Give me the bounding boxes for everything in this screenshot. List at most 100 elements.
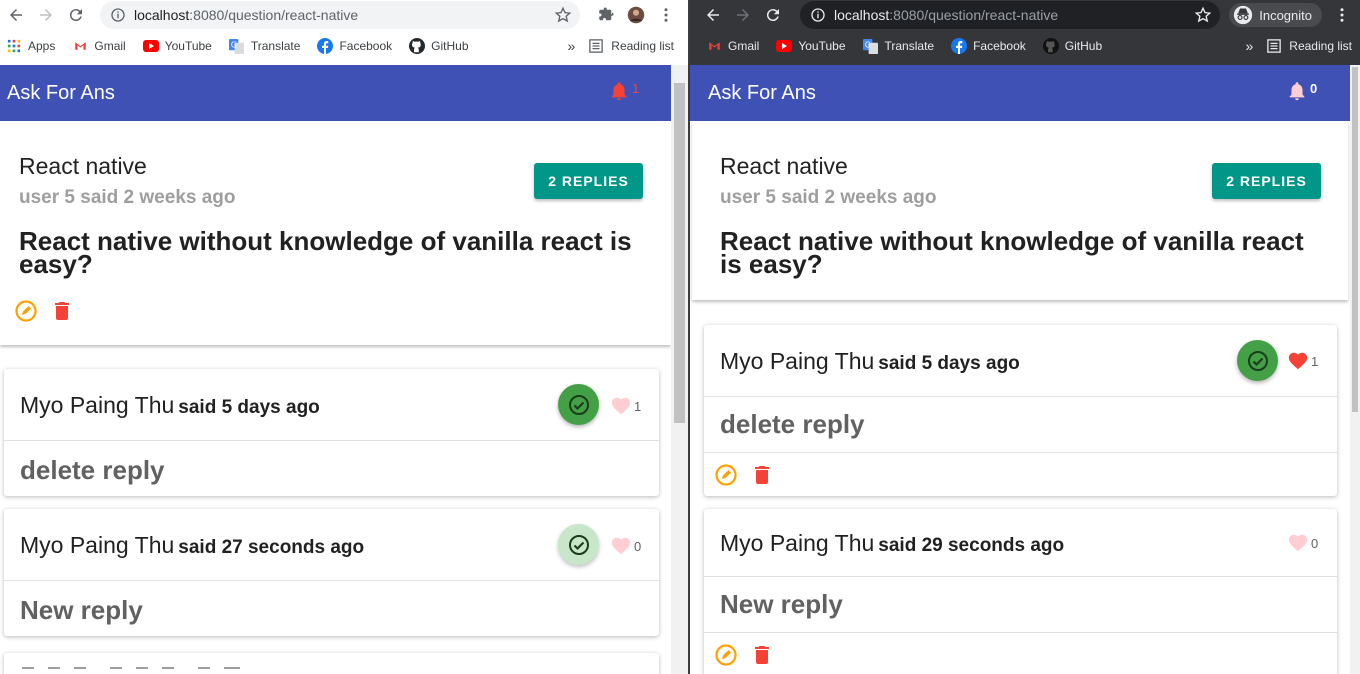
url-host: localhost [134, 7, 190, 23]
bookmark-youtube[interactable]: YouTube [142, 38, 212, 54]
heading-icon[interactable] [110, 667, 122, 674]
toolbar-right: Incognito [1229, 0, 1360, 30]
reading-list-button[interactable]: Reading list [611, 39, 674, 53]
notifications-button[interactable]: 1 [608, 80, 639, 102]
address-bar[interactable]: localhost:8080/question/react-native [800, 1, 1220, 29]
question-title: React native [19, 153, 147, 179]
arrow-left-icon [707, 9, 719, 21]
scrollbar-thumb[interactable] [1352, 67, 1358, 412]
edit-reply-button[interactable] [714, 463, 738, 487]
like-button[interactable]: 0 [610, 535, 641, 557]
accept-reply-button[interactable] [1237, 340, 1278, 381]
bookmark-translate[interactable]: G Translate [863, 38, 935, 54]
info-icon [111, 8, 125, 22]
page-scrollbar[interactable] [1350, 65, 1360, 674]
heart-icon [611, 397, 631, 415]
more-bookmarks-chevron[interactable]: » [1246, 38, 1254, 54]
bookmark-github[interactable]: GitHub [1042, 38, 1102, 54]
bookmark-youtube[interactable]: YouTube [776, 38, 846, 54]
edit-question-button[interactable] [14, 299, 38, 323]
check-circle-icon [568, 534, 589, 555]
bookmark-github[interactable]: GitHub [409, 38, 469, 54]
gmail-icon [72, 38, 88, 54]
like-button[interactable]: 1 [610, 395, 641, 417]
menu-button[interactable] [652, 1, 680, 29]
incognito-label: Incognito [1259, 7, 1312, 23]
bookmark-apps[interactable]: Apps [6, 38, 55, 54]
app-bar: Ask For Ans 0 [690, 65, 1350, 121]
bookmark-gmail[interactable]: Gmail [72, 38, 126, 54]
image-icon[interactable] [224, 667, 240, 674]
app-bar: Ask For Ans 1 [0, 65, 671, 121]
replies-button[interactable]: 2 REPLIES [1212, 163, 1321, 199]
facebook-icon [317, 38, 334, 54]
reply-header: Myo Paing Thu said 5 days ago 1 [704, 325, 1337, 397]
bookmark-translate[interactable]: G Translate [229, 38, 300, 54]
browser-toolbar: localhost:8080/question/react-native Inc… [690, 0, 1360, 30]
like-button[interactable]: 0 [1287, 532, 1318, 554]
incognito-icon [1234, 5, 1253, 25]
github-icon [1042, 38, 1059, 54]
accept-reply-button[interactable] [558, 524, 599, 565]
bookmark-label: Translate [884, 39, 935, 53]
bookmark-facebook[interactable]: Facebook [951, 38, 1026, 54]
forward-button[interactable] [729, 1, 757, 29]
delete-reply-button[interactable] [750, 463, 774, 487]
underline-icon[interactable] [74, 667, 86, 674]
reload-button[interactable] [759, 1, 787, 29]
reply-header: Myo Paing Thu said 27 seconds ago 0 [4, 509, 659, 581]
bookmarks-bar: Gmail YouTube G Translate Facebook GitHu… [690, 32, 1360, 60]
editor-toolbar [22, 667, 240, 674]
reply-editor[interactable] [4, 653, 659, 674]
reading-list-button[interactable]: Reading list [1289, 39, 1352, 53]
reload-icon [766, 9, 779, 22]
quote-icon[interactable] [136, 667, 148, 674]
italic-icon[interactable] [48, 667, 60, 674]
reading-list-icon [1267, 39, 1282, 53]
back-button[interactable] [699, 1, 727, 29]
reload-icon [69, 9, 82, 22]
profile-avatar[interactable] [622, 1, 650, 29]
incognito-badge[interactable]: Incognito [1229, 3, 1322, 27]
reply-card: Myo Paing Thu said 5 days ago 1 delete re… [4, 369, 659, 496]
arrow-right-icon [737, 9, 749, 21]
forward-button[interactable] [32, 1, 60, 29]
reply-header: Myo Paing Thu said 5 days ago 1 [4, 369, 659, 441]
delete-question-button[interactable] [50, 299, 74, 323]
bookmarks-right: » Reading list [568, 32, 689, 60]
notification-count: 0 [1310, 81, 1318, 96]
notifications-button[interactable]: 0 [1286, 80, 1317, 102]
link-icon[interactable] [198, 667, 210, 674]
delete-reply-button[interactable] [750, 643, 774, 667]
avatar-icon [627, 6, 645, 24]
bookmark-facebook[interactable]: Facebook [317, 38, 392, 54]
bookmark-label: YouTube [798, 39, 846, 53]
back-button[interactable] [2, 1, 30, 29]
extensions-button[interactable] [592, 1, 620, 29]
like-button[interactable]: 1 [1287, 350, 1318, 372]
svg-text:G: G [865, 40, 871, 49]
page-scrollbar[interactable] [671, 65, 688, 674]
kebab-menu-icon [664, 8, 668, 22]
reply-card: Myo Paing Thu said 27 seconds ago 0 New r… [4, 509, 659, 636]
app-title[interactable]: Ask For Ans [708, 82, 816, 105]
bookmark-label: Facebook [973, 39, 1026, 53]
edit-reply-button[interactable] [714, 643, 738, 667]
bookmark-star-icon[interactable] [1194, 6, 1212, 24]
youtube-icon [142, 38, 159, 54]
reload-button[interactable] [62, 1, 90, 29]
replies-button[interactable]: 2 REPLIES [534, 163, 643, 199]
accept-reply-button[interactable] [558, 384, 599, 425]
puzzle-icon [599, 7, 614, 21]
address-bar[interactable]: localhost:8080/question/react-native [100, 1, 580, 29]
reply-author-line: Myo Paing Thu said 27 seconds ago [20, 532, 364, 559]
list-icon[interactable] [162, 667, 174, 674]
bookmark-gmail[interactable]: Gmail [706, 38, 759, 54]
bookmark-star-icon[interactable] [554, 6, 572, 24]
app-title[interactable]: Ask For Ans [7, 82, 115, 105]
menu-button[interactable] [1328, 1, 1356, 29]
scrollbar-thumb[interactable] [674, 83, 685, 423]
reply-author: Myo Paing Thu [720, 530, 875, 556]
bold-icon[interactable] [22, 667, 34, 674]
more-bookmarks-chevron[interactable]: » [568, 38, 576, 54]
